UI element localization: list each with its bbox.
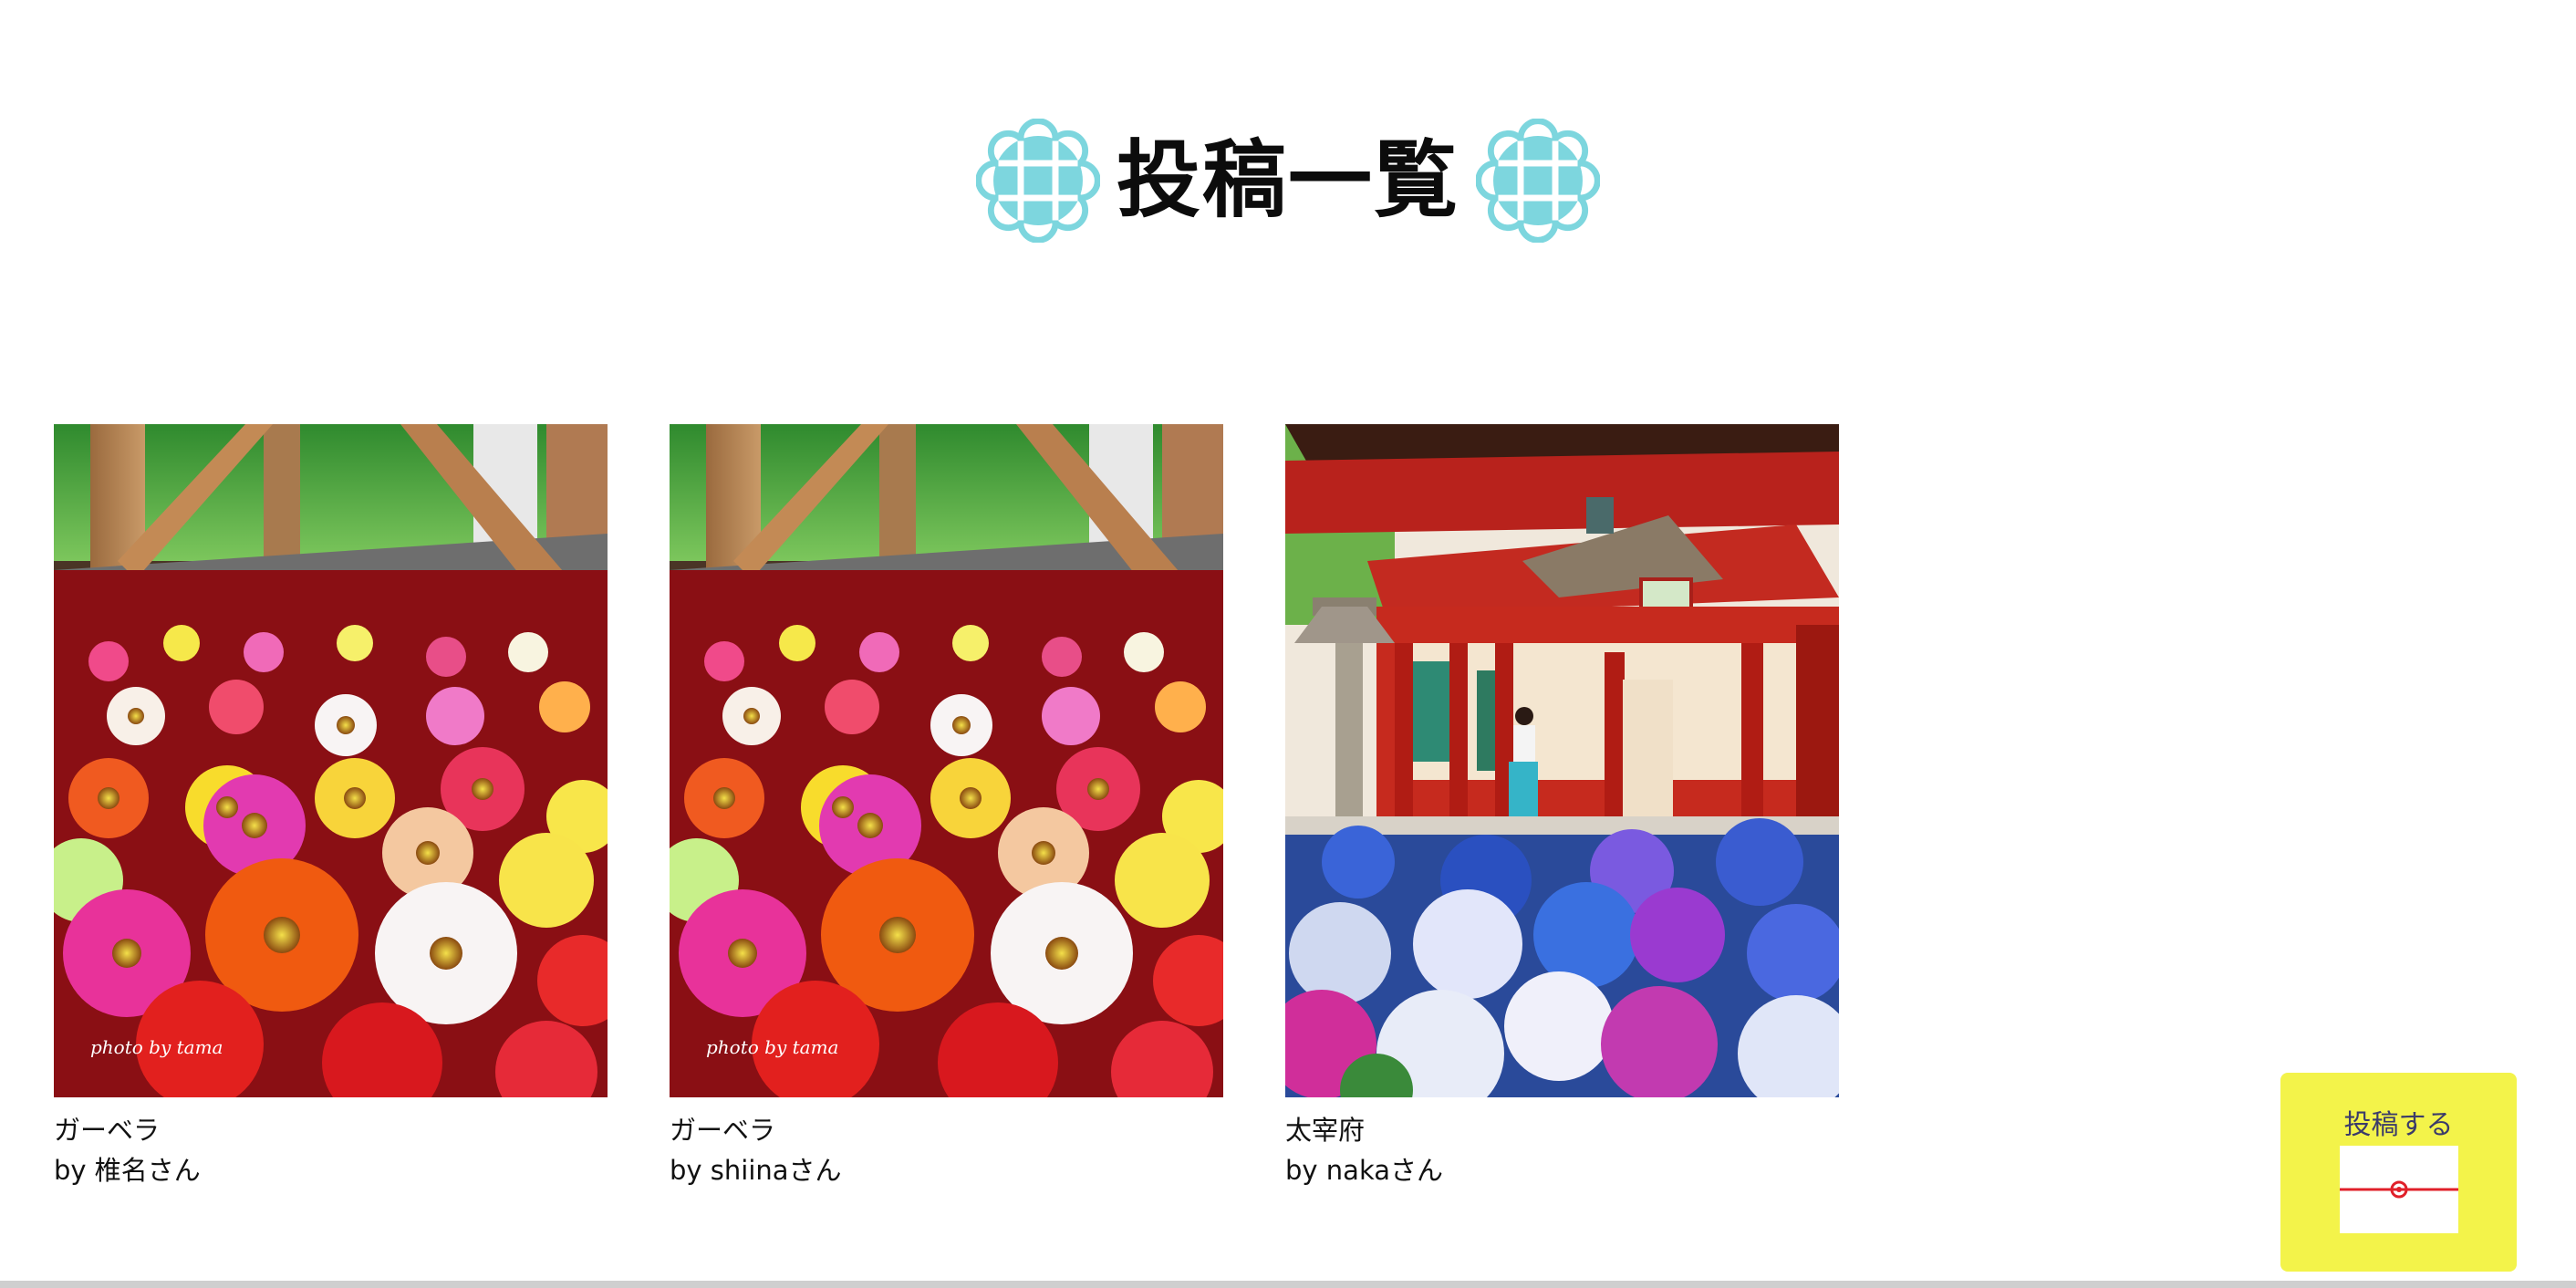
post-card[interactable]: photo by tama ガーベラ by 椎名さん [54,424,608,1190]
post-title: 太宰府 [1285,1115,1366,1146]
photo-watermark: photo by tama [706,1036,838,1058]
knot-icon [1476,119,1600,243]
gerbera-flower-photo[interactable]: photo by tama [54,424,608,1097]
post-title: ガーベラ [670,1115,776,1146]
bottom-scrollbar-track [0,1281,2576,1288]
gerbera-flower-photo[interactable]: photo by tama [670,424,1223,1097]
create-post-label: 投稿する [2343,1109,2454,1141]
page-header: 投稿一覧 [0,119,2576,243]
envelope-icon [2340,1146,2458,1233]
knot-icon [976,119,1100,243]
photo-watermark: photo by tama [90,1036,223,1058]
post-card[interactable]: photo by tama ガーベラ by shiinaさん [670,424,1223,1190]
post-author: by 椎名さん [54,1155,201,1186]
dazaifu-shrine-photo[interactable] [1285,424,1839,1097]
post-title: ガーベラ [54,1115,161,1146]
post-author: by nakaさん [1285,1155,1443,1186]
post-author: by shiinaさん [670,1155,842,1186]
create-post-button[interactable]: 投稿する [2280,1073,2517,1272]
page-title: 投稿一覧 [1116,131,1459,229]
post-card[interactable]: 太宰府 by nakaさん [1285,424,1839,1190]
